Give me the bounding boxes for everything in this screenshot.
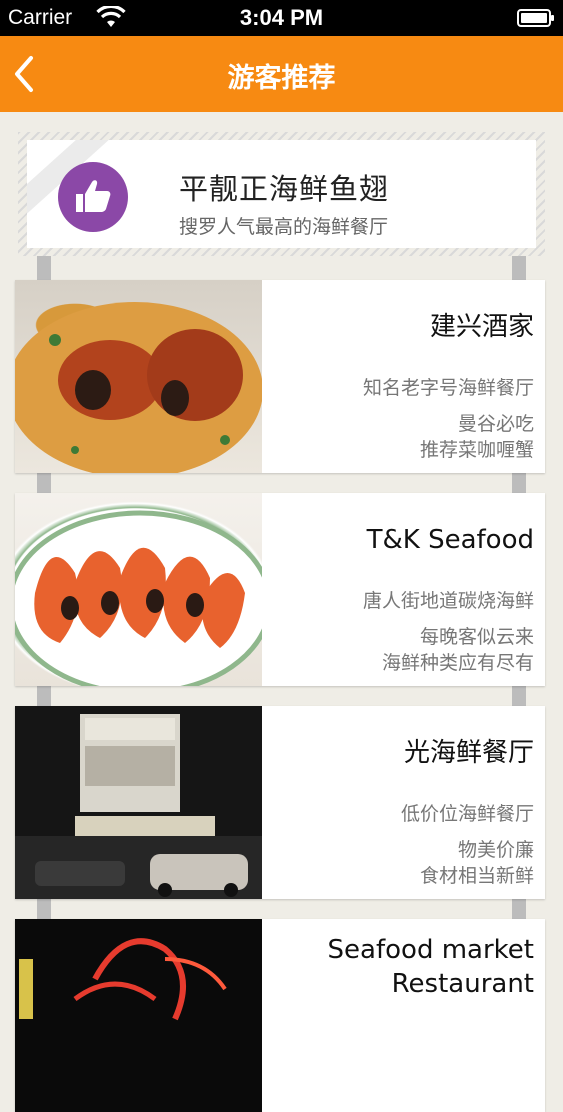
restaurant-tagline: 知名老字号海鲜餐厅 [362,377,534,399]
restaurant-photo [15,919,262,1112]
restaurant-name: 光海鲜餐厅 [403,738,534,768]
restaurant-tagline: 低价位海鲜餐厅 [400,803,534,825]
restaurant-highlight: 物美价廉 [457,839,534,861]
battery-icon [517,9,554,27]
clock: 3:04 PM [239,5,324,30]
restaurant-name: T&K Seafood [366,525,534,555]
restaurant-photo [15,493,262,686]
restaurant-highlight: 每晚客似云来 [419,626,534,648]
restaurant-photo [15,280,262,473]
thumbs-up-icon [58,162,128,232]
restaurant-highlight: 食材相当新鲜 [419,865,534,887]
restaurant-card[interactable]: 光海鲜餐厅 低价位海鲜餐厅 物美价廉 食材相当新鲜 [15,706,545,899]
page-title: 游客推荐 [227,63,336,94]
recommendation-list[interactable]: 平靓正海鲜鱼翅 搜罗人气最高的海鲜餐厅 建兴酒家 知名老字号海鲜餐厅 曼谷必吃 … [0,112,563,1112]
restaurant-highlight: 曼谷必吃 [457,413,534,435]
banner-subtitle: 搜罗人气最高的海鲜餐厅 [179,216,389,238]
restaurant-card[interactable]: T&K Seafood 唐人街地道碳烧海鲜 每晚客似云来 海鲜种类应有尽有 [15,493,545,686]
nav-bar: 游客推荐 [0,36,563,112]
restaurant-photo [15,706,262,899]
restaurant-highlight: 推荐菜咖喱蟹 [419,439,534,461]
banner-title: 平靓正海鲜鱼翅 [179,172,390,206]
status-bar: Carrier 3:04 PM [0,0,563,36]
restaurant-highlight: 海鲜种类应有尽有 [381,652,534,674]
restaurant-tagline: 唐人街地道碳烧海鲜 [362,590,534,612]
banner: 平靓正海鲜鱼翅 搜罗人气最高的海鲜餐厅 [18,132,545,256]
restaurant-card[interactable]: 建兴酒家 知名老字号海鲜餐厅 曼谷必吃 推荐菜咖喱蟹 [15,280,545,473]
restaurant-name: 建兴酒家 [429,312,534,342]
restaurant-card[interactable]: Seafood market Restaurant [15,919,545,1112]
restaurant-name: Seafood market Restaurant [327,935,534,999]
